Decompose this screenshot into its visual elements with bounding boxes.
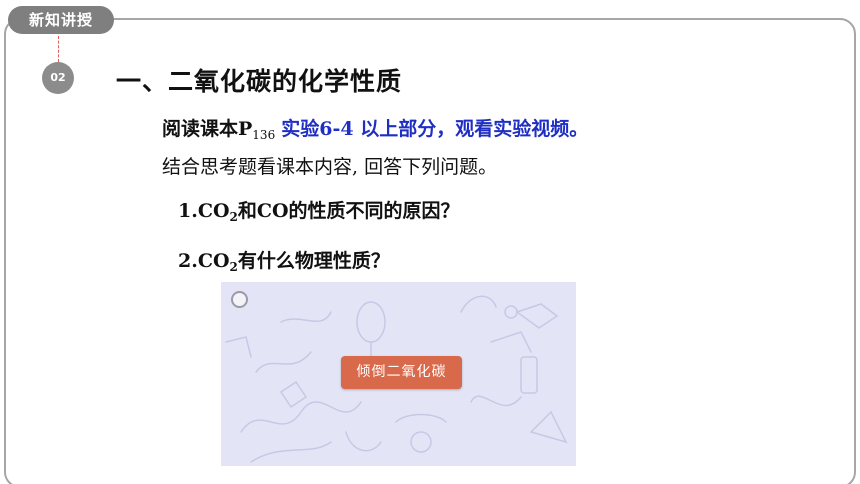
connector-line [58,36,59,62]
question-1-post: 和CO的性质不同的原因？ [237,200,460,222]
page-subscript: 136 [252,128,276,142]
question-2-post: 有什么物理性质？ [237,250,390,272]
question-2: 2.CO2有什么物理性质？ [178,246,390,274]
experiment-highlight: 实验6-4 以上部分，观看实验视频。 [281,118,589,140]
section-number-badge: 02 [42,62,74,94]
video-logo-icon [231,291,248,308]
section-tag: 新知讲授 [8,6,114,34]
question-2-pre: 2.CO [178,250,230,272]
page-title: 一、二氧化碳的化学性质 [116,67,403,96]
question-2-sub: 2 [229,260,238,274]
reading-prefix: 阅读课本P [162,118,253,140]
question-1-pre: 1.CO [178,200,230,222]
question-1-sub: 2 [229,210,238,224]
task-instruction: 结合思考题看课本内容, 回答下列问题。 [162,156,498,178]
experiment-video[interactable]: 倾倒二氧化碳 [221,282,576,466]
question-1: 1.CO2和CO的性质不同的原因？ [178,196,460,224]
pour-co2-button[interactable]: 倾倒二氧化碳 [341,356,462,389]
reading-instruction: 阅读课本P136 实验6-4 以上部分，观看实验视频。 [162,114,588,142]
